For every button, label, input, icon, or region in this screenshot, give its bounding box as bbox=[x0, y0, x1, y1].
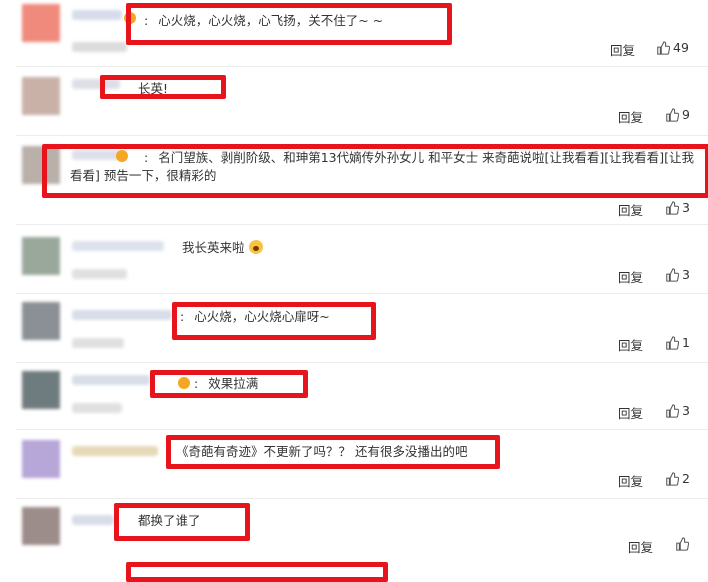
like-button[interactable]: 3 bbox=[665, 403, 690, 418]
like-button[interactable]: 3 bbox=[665, 267, 690, 282]
like-button[interactable] bbox=[675, 537, 689, 551]
like-button[interactable]: 2 bbox=[665, 471, 690, 486]
like-count: 3 bbox=[682, 267, 690, 282]
thumbs-up-icon bbox=[666, 107, 679, 122]
highlight-box bbox=[172, 302, 376, 340]
username-blurred bbox=[72, 310, 172, 320]
highlight-box bbox=[114, 503, 250, 541]
username-blurred bbox=[72, 10, 122, 20]
comment-item: : 心火烧，心火烧心扉呀~ 回复 1 bbox=[0, 294, 708, 362]
avatar[interactable] bbox=[22, 507, 60, 545]
reply-button[interactable]: 回复 bbox=[628, 537, 653, 556]
thumbs-up-icon bbox=[657, 40, 670, 55]
avatar[interactable] bbox=[22, 4, 60, 42]
highlight-box bbox=[166, 435, 500, 469]
highlight-box bbox=[150, 370, 308, 398]
like-count: 3 bbox=[682, 403, 690, 418]
like-button[interactable]: 49 bbox=[656, 40, 689, 55]
timestamp-blurred bbox=[72, 42, 127, 52]
comment-item: : 心火烧，心火烧，心飞扬，关不住了~ ~ 回复 49 bbox=[0, 0, 708, 66]
username-blurred bbox=[72, 515, 114, 525]
avatar[interactable] bbox=[22, 440, 60, 478]
avatar[interactable] bbox=[22, 302, 60, 340]
comment-item: : 效果拉满 回复 3 bbox=[0, 363, 708, 429]
thumbs-up-icon bbox=[676, 537, 689, 551]
timestamp-blurred bbox=[72, 269, 127, 279]
comment-item: 都换了谁了 回复 bbox=[0, 499, 708, 559]
thumbs-up-icon bbox=[666, 335, 679, 350]
comment-item: 我长英来啦 回复 3 bbox=[0, 225, 708, 293]
thumbs-up-icon bbox=[666, 403, 679, 418]
like-count: 49 bbox=[673, 40, 689, 55]
thumbs-up-icon bbox=[666, 267, 679, 282]
timestamp-blurred bbox=[72, 338, 124, 348]
username-blurred bbox=[72, 241, 164, 251]
like-count: 9 bbox=[682, 107, 690, 122]
thumbs-up-icon bbox=[666, 471, 679, 486]
like-button[interactable]: 3 bbox=[665, 200, 690, 215]
reply-button[interactable]: 回复 bbox=[618, 471, 643, 490]
like-button[interactable]: 1 bbox=[665, 335, 690, 350]
reply-button[interactable]: 回复 bbox=[618, 403, 643, 422]
timestamp-blurred bbox=[72, 403, 122, 413]
username-blurred bbox=[72, 375, 150, 385]
reply-button[interactable]: 回复 bbox=[610, 40, 635, 59]
fearful-face-icon bbox=[248, 240, 263, 254]
highlight-box bbox=[126, 562, 388, 582]
avatar[interactable] bbox=[22, 371, 60, 409]
highlight-box bbox=[42, 144, 708, 198]
reply-button[interactable]: 回复 bbox=[618, 267, 643, 286]
highlight-box bbox=[100, 75, 226, 99]
reply-button[interactable]: 回复 bbox=[618, 200, 643, 219]
comment-item: 《奇葩有奇迹》不更新了吗？？ 还有很多没播出的吧 回复 2 bbox=[0, 430, 708, 498]
avatar[interactable] bbox=[22, 237, 60, 275]
comment-item: : 名门望族、剥削阶级、和珅第13代嫡传外孙女儿 和平女士 来奇葩说啦[让我看看… bbox=[0, 136, 708, 224]
like-count: 1 bbox=[682, 335, 690, 350]
like-count: 3 bbox=[682, 200, 690, 215]
like-button[interactable]: 9 bbox=[665, 107, 690, 122]
highlight-box bbox=[126, 3, 452, 45]
comment-item: 长英! 回复 9 bbox=[0, 67, 708, 135]
username-blurred bbox=[72, 446, 158, 456]
like-count: 2 bbox=[682, 471, 690, 486]
reply-button[interactable]: 回复 bbox=[618, 107, 643, 126]
avatar[interactable] bbox=[22, 77, 60, 115]
comment-text: 我长英来啦 bbox=[182, 239, 263, 257]
thumbs-up-icon bbox=[666, 200, 679, 215]
reply-button[interactable]: 回复 bbox=[618, 335, 643, 354]
